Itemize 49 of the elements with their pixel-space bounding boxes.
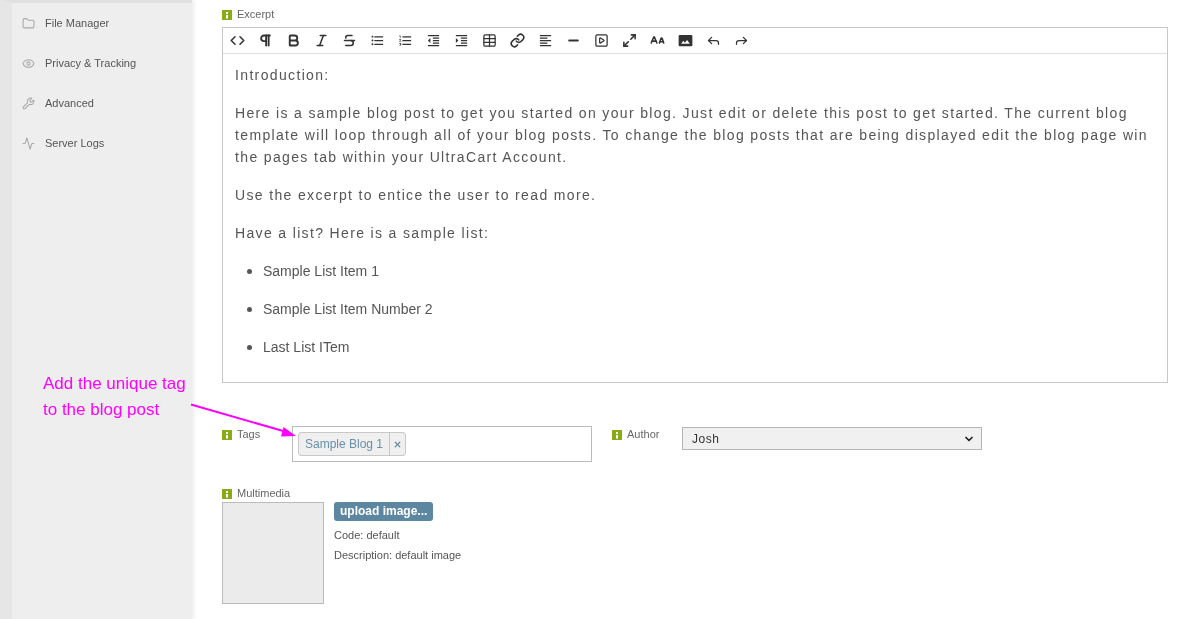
folder-icon <box>22 16 35 30</box>
bullet-icon <box>247 344 252 350</box>
image-icon[interactable] <box>678 33 693 48</box>
align-left-icon[interactable] <box>538 33 553 48</box>
field-label: Excerpt <box>237 8 275 21</box>
video-icon[interactable] <box>594 33 609 48</box>
info-icon <box>222 429 232 440</box>
code-text: Code: default <box>334 528 400 543</box>
pulse-line-icon <box>22 136 35 150</box>
pilcrow-icon[interactable] <box>258 33 273 48</box>
expand-icon[interactable] <box>622 33 637 48</box>
list-item-text: Sample List Item Number 2 <box>263 300 433 319</box>
bullet-icon <box>247 268 252 274</box>
bullet-icon <box>247 306 252 312</box>
close-icon <box>393 439 403 449</box>
list-item-text: Sample List Item 1 <box>263 262 379 281</box>
table-icon[interactable] <box>482 33 497 48</box>
editor-paragraph: Use the excerpt to entice the user to read more. <box>235 186 598 205</box>
italic-icon[interactable] <box>314 33 329 48</box>
strikethrough-icon[interactable] <box>342 33 357 48</box>
info-icon <box>222 9 232 20</box>
bulleted-list-icon[interactable] <box>370 33 385 48</box>
annotation-text: to the blog post <box>43 399 160 421</box>
description-text: Description: default image <box>334 548 462 563</box>
sidebar-item[interactable]: Advanced <box>22 96 94 110</box>
field-label: Tags <box>237 428 261 441</box>
numbered-list-icon[interactable] <box>398 33 413 48</box>
info-icon <box>222 488 232 499</box>
indent-icon[interactable] <box>454 33 469 48</box>
link-icon[interactable] <box>510 33 525 48</box>
list-item-text: Last List ITem <box>263 338 350 357</box>
author-select[interactable]: Josh <box>682 427 982 450</box>
outdent-icon[interactable] <box>426 33 441 48</box>
editor-paragraph: Here is a sample blog post to get you started on your blog. Just edit or delete this post to get started. The current blog template will loop through all of your blog posts. To change the blog posts that are being displayed edit the blog page win the pages tab within your UltraCart Account. <box>235 104 1149 167</box>
field-label: Multimedia <box>237 487 291 500</box>
sidebar-item[interactable]: Server Logs <box>22 136 105 150</box>
annotation-text: Add the unique tag <box>43 373 186 395</box>
editor-paragraph: Have a list? Here is a sample list: <box>235 224 491 243</box>
sidebar-item[interactable]: Privacy & Tracking <box>22 56 137 70</box>
info-icon <box>612 429 622 440</box>
tag-chip: Sample Blog 1 <box>298 432 407 456</box>
sidebar-item[interactable]: File Manager <box>22 16 110 30</box>
upload-image-button[interactable]: upload image... <box>334 502 434 521</box>
eye-icon <box>22 56 35 70</box>
code-icon[interactable] <box>230 33 245 48</box>
wrench-icon <box>22 96 35 110</box>
bold-icon[interactable] <box>286 33 301 48</box>
editor-paragraph: Introduction: <box>235 66 331 85</box>
field-label: Author <box>627 428 660 441</box>
